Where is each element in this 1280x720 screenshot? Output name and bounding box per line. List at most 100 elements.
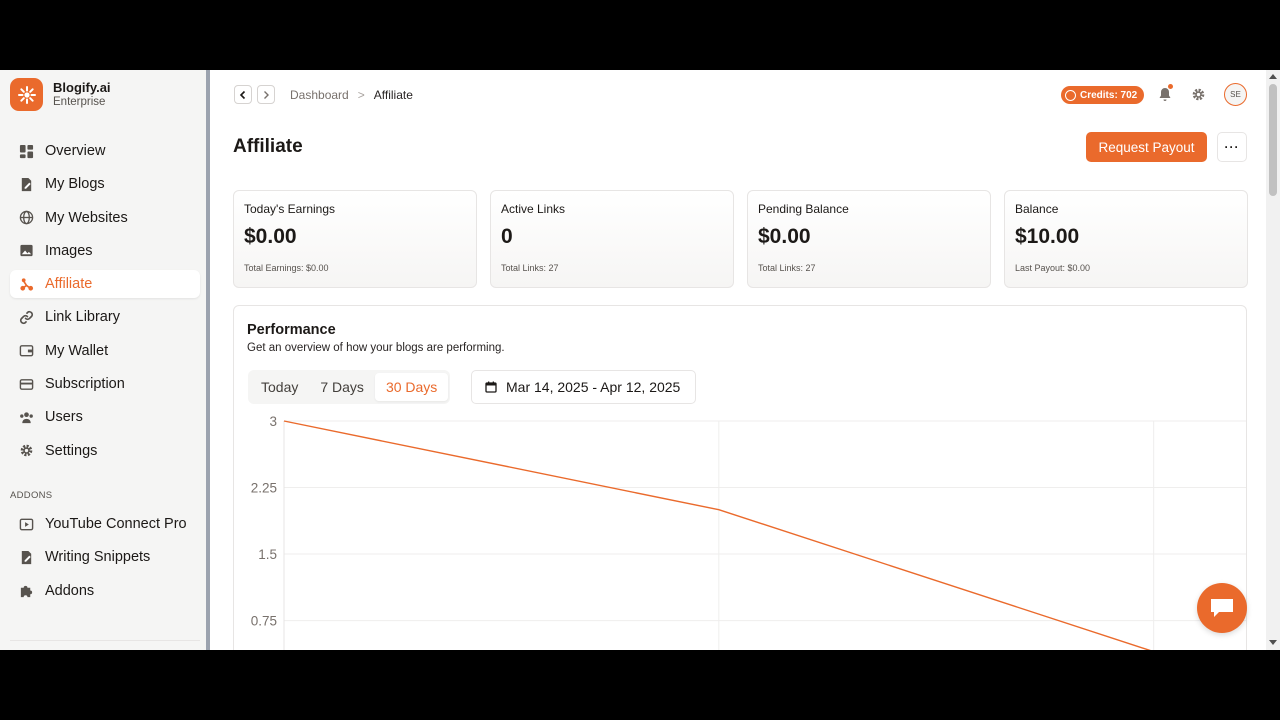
stat-subtext: Last Payout: $0.00 [1015, 263, 1091, 273]
bell-icon[interactable] [1158, 87, 1172, 102]
sidebar-item-subscription[interactable]: Subscription [10, 370, 200, 398]
sidebar-item-addons[interactable]: Addons [10, 577, 200, 605]
brand[interactable]: Blogify.ai Enterprise [10, 78, 111, 111]
stat-value: $0.00 [244, 225, 297, 248]
sidebar-item-settings[interactable]: Settings [10, 437, 200, 465]
y-tick-label: 2.25 [251, 481, 277, 496]
y-tick-label: 0.75 [251, 614, 277, 629]
performance-subtitle: Get an overview of how your blogs are pe… [247, 342, 505, 354]
addons-heading: ADDONS [10, 490, 53, 501]
stat-subtext: Total Earnings: $0.00 [244, 263, 329, 273]
breadcrumb: Dashboard > Affiliate [290, 88, 413, 102]
range-tabs: Today 7 Days 30 Days [248, 370, 451, 404]
affiliate-icon [20, 278, 34, 291]
stat-label: Today's Earnings [244, 202, 336, 216]
sidebar-item-affiliate[interactable]: Affiliate [10, 270, 200, 299]
stat-label: Active Links [501, 202, 566, 216]
forward-button[interactable] [257, 85, 275, 104]
stat-value: 0 [501, 225, 513, 248]
sidebar-item-label: Users [45, 409, 83, 426]
sidebar-item-label: YouTube Connect Pro [45, 516, 187, 532]
performance-chart: 3 2.25 1.5 0.75 [251, 414, 1246, 650]
stat-subtext: Total Links: 27 [758, 263, 816, 273]
y-tick-label: 3 [269, 414, 277, 429]
calendar-icon [485, 381, 497, 393]
page-title: Affiliate [233, 136, 303, 157]
sidebar-item-label: Settings [45, 442, 98, 459]
snippet-icon [21, 550, 32, 564]
globe-icon [19, 210, 34, 225]
youtube-icon [19, 518, 34, 530]
avatar[interactable]: SE [1224, 83, 1247, 106]
sidebar-item-my-blogs[interactable]: My Blogs [10, 170, 200, 198]
wallet-icon [19, 345, 34, 357]
link-icon [19, 310, 34, 325]
sidebar-item-label: Link Library [45, 309, 120, 326]
chat-button[interactable] [1197, 583, 1247, 633]
performance-panel: Performance Get an overview of how your … [233, 305, 1247, 650]
tab-7-days[interactable]: 7 Days [309, 373, 375, 401]
sidebar-item-overview[interactable]: Overview [10, 137, 200, 165]
sidebar-item-label: Writing Snippets [45, 549, 151, 566]
sidebar-item-label: Images [45, 242, 93, 259]
main-content: Dashboard > Affiliate Credits: 702 SE Af… [214, 70, 1266, 650]
breadcrumb-separator: > [357, 88, 365, 102]
sidebar-item-link-library[interactable]: Link Library [10, 303, 200, 331]
gear-icon[interactable] [1191, 87, 1206, 102]
sidebar-item-label: My Blogs [45, 176, 105, 193]
top-bar: Dashboard > Affiliate Credits: 702 SE [214, 70, 1266, 120]
sidebar-item-my-wallet[interactable]: My Wallet [10, 337, 200, 365]
sidebar-item-label: Subscription [45, 376, 125, 393]
date-range-picker[interactable]: Mar 14, 2025 - Apr 12, 2025 [471, 370, 696, 404]
image-icon [20, 245, 33, 257]
stat-value: $0.00 [758, 225, 811, 248]
sidebar-item-label: Affiliate [45, 276, 93, 293]
breadcrumb-dashboard[interactable]: Dashboard [290, 88, 349, 102]
scroll-up-arrow[interactable] [1269, 74, 1277, 79]
request-payout-button[interactable]: Request Payout [1086, 132, 1207, 162]
gear-icon [20, 444, 33, 457]
page-scrollbar[interactable] [1266, 70, 1280, 650]
blog-icon [21, 177, 32, 191]
breadcrumb-current: Affiliate [373, 88, 413, 102]
card-icon [19, 378, 34, 390]
chat-icon [1211, 599, 1233, 617]
y-tick-label: 1.5 [258, 547, 277, 562]
sidebar-nav: Overview My Blogs My Websites Images Aff… [10, 137, 200, 470]
sidebar-item-label: Overview [45, 143, 106, 159]
tab-today[interactable]: Today [250, 373, 309, 401]
puzzle-icon [20, 585, 33, 598]
users-icon [20, 412, 33, 423]
stat-subtext: Total Links: 27 [501, 263, 559, 273]
sidebar-item-users[interactable]: Users [10, 403, 200, 431]
brand-name: Blogify.ai [53, 79, 111, 95]
tab-30-days[interactable]: 30 Days [374, 373, 449, 401]
date-range-value: Mar 14, 2025 - Apr 12, 2025 [506, 379, 681, 395]
stat-label: Balance [1015, 202, 1059, 216]
sidebar-item-my-websites[interactable]: My Websites [10, 204, 200, 232]
sidebar-item-label: My Wallet [45, 342, 109, 359]
stat-value: $10.00 [1015, 225, 1080, 248]
sidebar-item-youtube-connect-pro[interactable]: YouTube Connect Pro [10, 510, 200, 538]
logo-icon [10, 78, 43, 111]
credits-label: Credits: 702 [1080, 89, 1138, 101]
scroll-down-arrow[interactable] [1269, 640, 1277, 645]
addons-nav: YouTube Connect Pro Writing Snippets Add… [10, 510, 200, 610]
stat-card-pending-balance: Pending Balance $0.00 Total Links: 27 [747, 190, 991, 288]
credits-badge[interactable]: Credits: 702 [1061, 86, 1145, 104]
sidebar: Blogify.ai Enterprise Overview My Blogs … [0, 70, 210, 650]
sidebar-item-images[interactable]: Images [10, 237, 200, 265]
more-options-button[interactable]: ··· [1217, 132, 1247, 162]
coin-icon [1065, 89, 1076, 101]
back-button[interactable] [234, 85, 252, 104]
notification-dot [1168, 84, 1173, 89]
stat-card-active-links: Active Links 0 Total Links: 27 [490, 190, 734, 288]
chevron-left-icon [239, 90, 246, 99]
app-window: Blogify.ai Enterprise Overview My Blogs … [0, 70, 1280, 650]
scroll-thumb[interactable] [1269, 84, 1277, 196]
sidebar-item-writing-snippets[interactable]: Writing Snippets [10, 543, 200, 571]
stat-label: Pending Balance [758, 202, 849, 216]
stat-card-todays-earnings: Today's Earnings $0.00 Total Earnings: $… [233, 190, 477, 288]
performance-title: Performance [247, 322, 336, 338]
sidebar-divider [10, 640, 200, 641]
